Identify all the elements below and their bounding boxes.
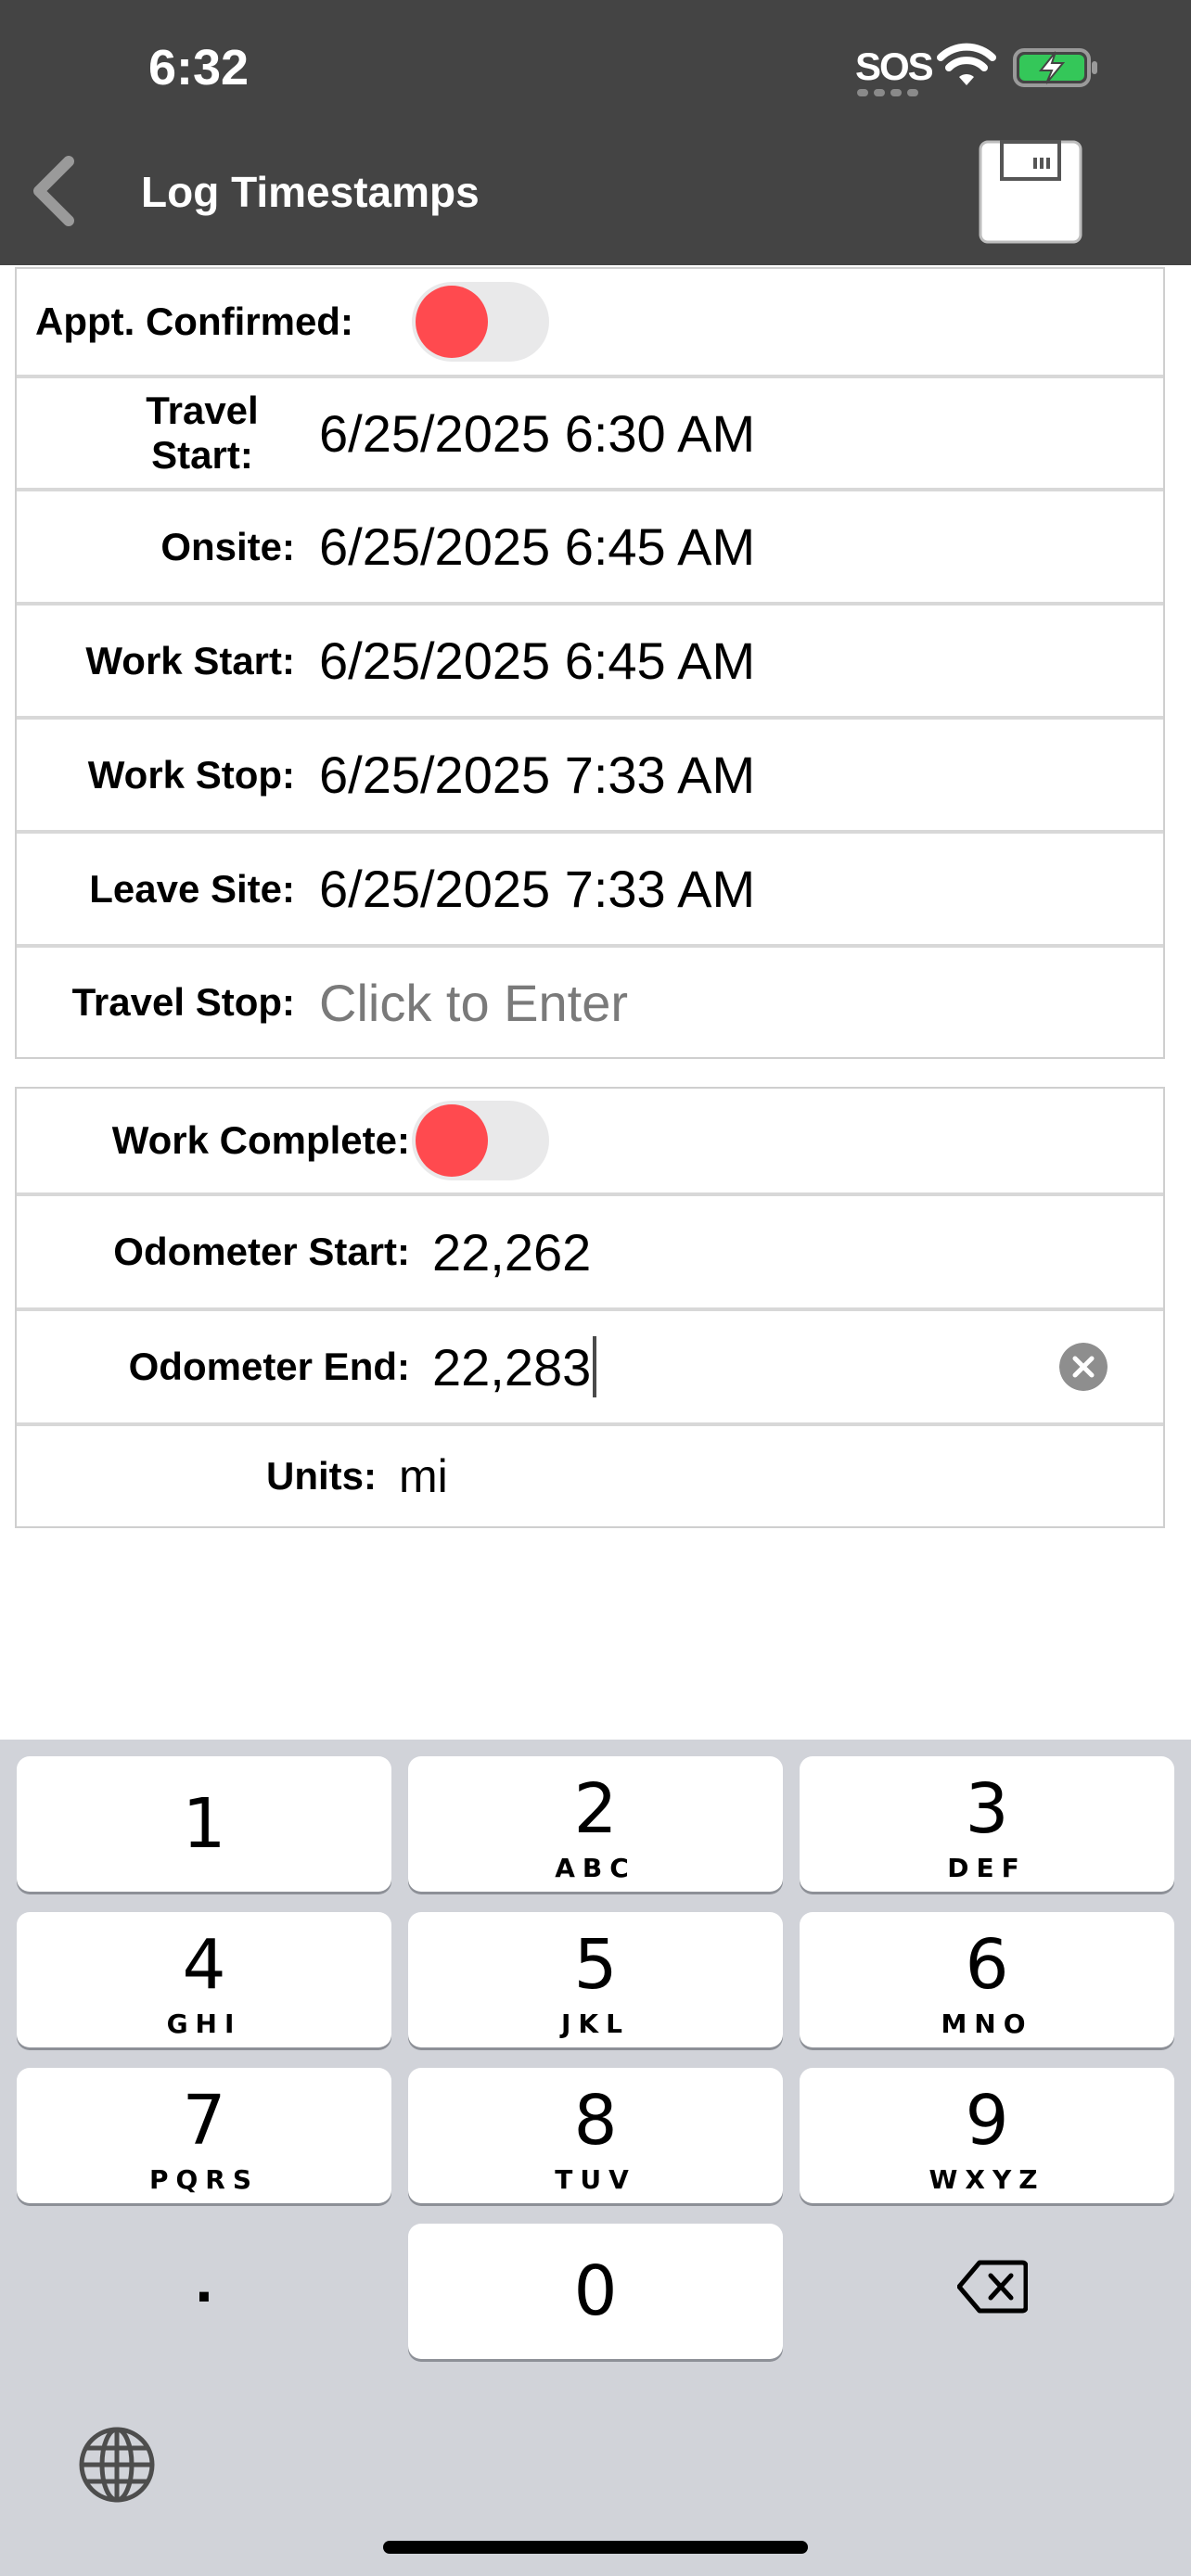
- key-4[interactable]: 4 GHI: [17, 1912, 391, 2047]
- leave-site-label: Leave Site:: [89, 866, 295, 911]
- key-3[interactable]: 3 DEF: [800, 1756, 1174, 1892]
- work-start-label: Work Start:: [85, 638, 295, 682]
- signal-dots-icon: [857, 89, 922, 98]
- key-digit: 8: [573, 2081, 618, 2161]
- key-6[interactable]: 6 MNO: [800, 1912, 1174, 2047]
- work-complete-label: Work Complete:: [111, 1118, 410, 1162]
- key-decimal-label: .: [195, 2243, 213, 2315]
- toggle-knob: [416, 286, 488, 358]
- key-decimal[interactable]: .: [17, 2224, 391, 2359]
- travel-start-row[interactable]: Travel Start: 6/25/2025 6:30 AM: [17, 378, 1163, 491]
- work-complete-toggle[interactable]: [412, 1101, 549, 1180]
- key-1[interactable]: 1: [17, 1756, 391, 1892]
- travel-stop-input[interactable]: Click to Enter: [319, 948, 628, 1057]
- wifi-icon: [937, 43, 996, 85]
- travel-stop-label: Travel Stop:: [71, 980, 295, 1024]
- leave-site-row[interactable]: Leave Site: 6/25/2025 7:33 AM: [17, 834, 1163, 948]
- key-digit: 5: [573, 1925, 618, 2005]
- work-start-row[interactable]: Work Start: 6/25/2025 6:45 AM: [17, 606, 1163, 720]
- timestamps-group: Appt. Confirmed: Travel Start: 6/25/2025…: [15, 267, 1165, 1059]
- odometer-end-input[interactable]: 22,283: [432, 1311, 597, 1422]
- units-value[interactable]: mi: [399, 1426, 448, 1526]
- backspace-icon[interactable]: [957, 2259, 1028, 2315]
- key-digit: 9: [965, 2081, 1009, 2161]
- page-title: Log Timestamps: [141, 168, 480, 216]
- completion-group: Work Complete: Odometer Start: 22,262 Od…: [15, 1087, 1165, 1528]
- numeric-keypad: 1 2 ABC 3 DEF 4 GHI 5 JKL 6 MNO 7 PQRS 8…: [0, 1740, 1191, 2576]
- units-label: Units:: [266, 1454, 377, 1498]
- sos-indicator: SOS: [855, 45, 934, 88]
- status-time: 6:32: [148, 40, 250, 96]
- units-row[interactable]: Units: mi: [17, 1426, 1163, 1526]
- onsite-label: Onsite:: [160, 524, 295, 568]
- key-letters: JKL: [561, 2009, 630, 2039]
- key-letters: PQRS: [148, 2164, 260, 2195]
- key-digit: 3: [965, 1769, 1009, 1849]
- key-letters: MNO: [941, 2009, 1033, 2039]
- work-stop-row[interactable]: Work Stop: 6/25/2025 7:33 AM: [17, 720, 1163, 834]
- back-chevron-icon[interactable]: [28, 156, 83, 226]
- leave-site-value[interactable]: 6/25/2025 7:33 AM: [319, 834, 755, 944]
- save-floppy-icon[interactable]: [978, 139, 1083, 245]
- clear-circle-icon[interactable]: [1059, 1343, 1108, 1391]
- odometer-start-row[interactable]: Odometer Start: 22,262: [17, 1196, 1163, 1311]
- key-letters: DEF: [947, 1853, 1027, 1883]
- odometer-end-label: Odometer End:: [128, 1345, 410, 1388]
- text-cursor: [593, 1336, 597, 1397]
- key-digit: 7: [182, 2081, 226, 2161]
- key-digit: 4: [182, 1925, 226, 2005]
- toggle-knob: [416, 1104, 488, 1177]
- key-digit: 2: [573, 1769, 618, 1849]
- key-digit: 0: [573, 2251, 618, 2331]
- odometer-start-value[interactable]: 22,262: [432, 1196, 591, 1307]
- key-5[interactable]: 5 JKL: [408, 1912, 783, 2047]
- battery-charging-icon: [1013, 48, 1097, 87]
- globe-icon[interactable]: [78, 2426, 156, 2504]
- odometer-end-row[interactable]: Odometer End: 22,283: [17, 1311, 1163, 1426]
- odometer-end-value: 22,283: [432, 1337, 592, 1396]
- appt-confirmed-toggle[interactable]: [412, 282, 549, 362]
- travel-stop-row[interactable]: Travel Stop: Click to Enter: [17, 948, 1163, 1057]
- key-7[interactable]: 7 PQRS: [17, 2068, 391, 2203]
- key-9[interactable]: 9 WXYZ: [800, 2068, 1174, 2203]
- key-letters: WXYZ: [928, 2164, 1045, 2195]
- appt-confirmed-row: Appt. Confirmed:: [17, 269, 1163, 378]
- work-complete-row: Work Complete:: [17, 1089, 1163, 1196]
- onsite-value[interactable]: 6/25/2025 6:45 AM: [319, 491, 755, 602]
- home-indicator[interactable]: [383, 2541, 808, 2554]
- key-digit: 6: [965, 1925, 1009, 2005]
- key-digit: 1: [182, 1784, 226, 1864]
- key-2[interactable]: 2 ABC: [408, 1756, 783, 1892]
- odometer-start-label: Odometer Start:: [113, 1230, 410, 1273]
- key-8[interactable]: 8 TUV: [408, 2068, 783, 2203]
- key-letters: TUV: [555, 2164, 636, 2195]
- key-0[interactable]: 0: [408, 2224, 783, 2359]
- work-stop-label: Work Stop:: [87, 752, 295, 797]
- app-header: 6:32 SOS Log Timestamps: [0, 0, 1191, 265]
- work-start-value[interactable]: 6/25/2025 6:45 AM: [319, 606, 755, 716]
- travel-start-label: Travel Start:: [146, 389, 259, 477]
- key-letters: ABC: [555, 1853, 636, 1883]
- work-stop-value[interactable]: 6/25/2025 7:33 AM: [319, 720, 755, 830]
- appt-confirmed-label: Appt. Confirmed:: [35, 300, 353, 343]
- onsite-row[interactable]: Onsite: 6/25/2025 6:45 AM: [17, 491, 1163, 606]
- travel-start-value[interactable]: 6/25/2025 6:30 AM: [319, 378, 755, 488]
- key-letters: GHI: [166, 2009, 242, 2039]
